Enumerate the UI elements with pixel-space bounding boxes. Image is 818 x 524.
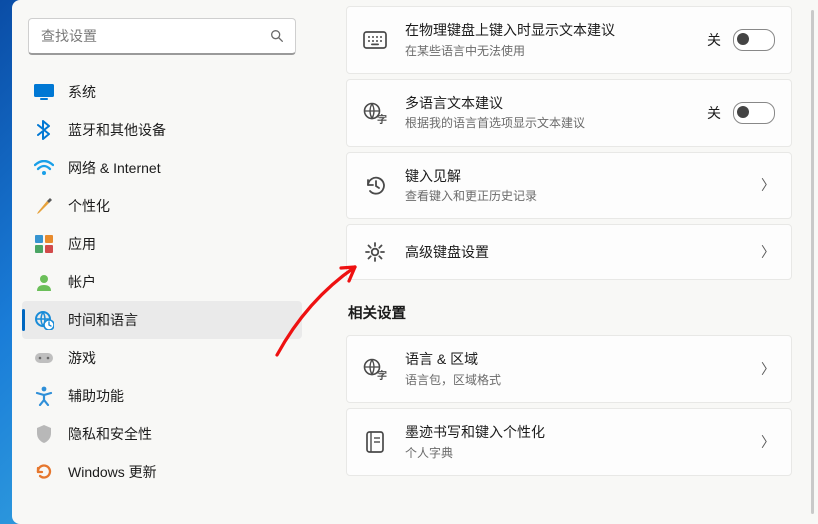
svg-text:字: 字 xyxy=(377,113,387,124)
sidebar-item-label: 网络 & Internet xyxy=(68,158,161,178)
setting-title: 墨迹书写和键入个性化 xyxy=(405,423,761,443)
person-icon xyxy=(34,272,54,292)
monitor-icon xyxy=(34,82,54,102)
accessibility-icon xyxy=(34,386,54,406)
sidebar-item-bluetooth[interactable]: 蓝牙和其他设备 xyxy=(22,111,302,149)
sidebar-item-label: 辅助功能 xyxy=(68,386,124,406)
update-icon xyxy=(34,462,54,482)
setting-inking-typing[interactable]: 墨迹书写和键入个性化 个人字典 〉 xyxy=(346,408,792,476)
sidebar-item-label: 帐户 xyxy=(68,272,96,292)
setting-text-suggestions-hw[interactable]: 在物理键盘上键入时显示文本建议 在某些语言中无法使用 关 xyxy=(346,6,792,74)
shield-icon xyxy=(34,424,54,444)
globe-text-icon: 字 xyxy=(363,101,387,125)
gear-icon xyxy=(363,240,387,264)
chevron-right-icon: 〉 xyxy=(761,359,775,379)
setting-title: 高级键盘设置 xyxy=(405,243,761,263)
svg-text:字: 字 xyxy=(377,369,387,380)
setting-title: 在物理键盘上键入时显示文本建议 xyxy=(405,21,707,41)
history-icon xyxy=(363,173,387,197)
sidebar-item-network[interactable]: 网络 & Internet xyxy=(22,149,302,187)
toggle-switch[interactable] xyxy=(733,29,775,51)
setting-title: 语言 & 区域 xyxy=(405,350,761,370)
bluetooth-icon xyxy=(34,120,54,140)
sidebar-item-apps[interactable]: 应用 xyxy=(22,225,302,263)
keyboard-icon xyxy=(363,28,387,52)
setting-advanced-keyboard[interactable]: 高级键盘设置 〉 xyxy=(346,224,792,280)
content-area: 在物理键盘上键入时显示文本建议 在某些语言中无法使用 关 字 多语言文本建议 根… xyxy=(332,0,818,524)
setting-multilang-suggestions[interactable]: 字 多语言文本建议 根据我的语言首选项显示文本建议 关 xyxy=(346,79,792,147)
setting-subtitle: 查看键入和更正历史记录 xyxy=(405,188,761,204)
sidebar-item-label: 系统 xyxy=(68,82,96,102)
sidebar: 系统 蓝牙和其他设备 网络 & Internet 个性化 应用 帐户 xyxy=(12,0,312,524)
gamepad-icon xyxy=(34,348,54,368)
sidebar-item-label: 游戏 xyxy=(68,348,96,368)
brush-icon xyxy=(34,196,54,216)
dictionary-icon xyxy=(363,430,387,454)
setting-title: 键入见解 xyxy=(405,167,761,187)
setting-subtitle: 语言包，区域格式 xyxy=(405,372,761,388)
sidebar-item-label: Windows 更新 xyxy=(68,462,157,482)
toggle-state-label: 关 xyxy=(707,30,721,50)
chevron-right-icon: 〉 xyxy=(761,242,775,262)
setting-title: 多语言文本建议 xyxy=(405,94,707,114)
sidebar-item-time-language[interactable]: 时间和语言 xyxy=(22,301,302,339)
sidebar-item-label: 隐私和安全性 xyxy=(68,424,152,444)
sidebar-item-accounts[interactable]: 帐户 xyxy=(22,263,302,301)
nav-list: 系统 蓝牙和其他设备 网络 & Internet 个性化 应用 帐户 xyxy=(22,73,302,491)
chevron-right-icon: 〉 xyxy=(761,432,775,452)
setting-subtitle: 根据我的语言首选项显示文本建议 xyxy=(405,115,707,131)
search-box[interactable] xyxy=(28,18,296,55)
settings-window: 系统 蓝牙和其他设备 网络 & Internet 个性化 应用 帐户 xyxy=(12,0,818,524)
chevron-right-icon: 〉 xyxy=(761,175,775,195)
setting-subtitle: 个人字典 xyxy=(405,445,761,461)
setting-subtitle: 在某些语言中无法使用 xyxy=(405,43,707,59)
globe-text-icon: 字 xyxy=(363,357,387,381)
sidebar-item-gaming[interactable]: 游戏 xyxy=(22,339,302,377)
setting-language-region[interactable]: 字 语言 & 区域 语言包，区域格式 〉 xyxy=(346,335,792,403)
search-input[interactable] xyxy=(39,27,269,45)
sidebar-item-privacy[interactable]: 隐私和安全性 xyxy=(22,415,302,453)
apps-icon xyxy=(34,234,54,254)
scrollbar[interactable] xyxy=(811,10,814,514)
sidebar-item-system[interactable]: 系统 xyxy=(22,73,302,111)
search-icon xyxy=(269,28,285,44)
toggle-state-label: 关 xyxy=(707,103,721,123)
sidebar-item-personalization[interactable]: 个性化 xyxy=(22,187,302,225)
related-settings-header: 相关设置 xyxy=(348,302,790,323)
globe-clock-icon xyxy=(34,310,54,330)
toggle-switch[interactable] xyxy=(733,102,775,124)
sidebar-item-windows-update[interactable]: Windows 更新 xyxy=(22,453,302,491)
wifi-icon xyxy=(34,158,54,178)
sidebar-item-label: 时间和语言 xyxy=(68,310,138,330)
sidebar-item-label: 蓝牙和其他设备 xyxy=(68,120,166,140)
setting-typing-insights[interactable]: 键入见解 查看键入和更正历史记录 〉 xyxy=(346,152,792,220)
sidebar-item-accessibility[interactable]: 辅助功能 xyxy=(22,377,302,415)
sidebar-item-label: 应用 xyxy=(68,234,96,254)
sidebar-item-label: 个性化 xyxy=(68,196,110,216)
